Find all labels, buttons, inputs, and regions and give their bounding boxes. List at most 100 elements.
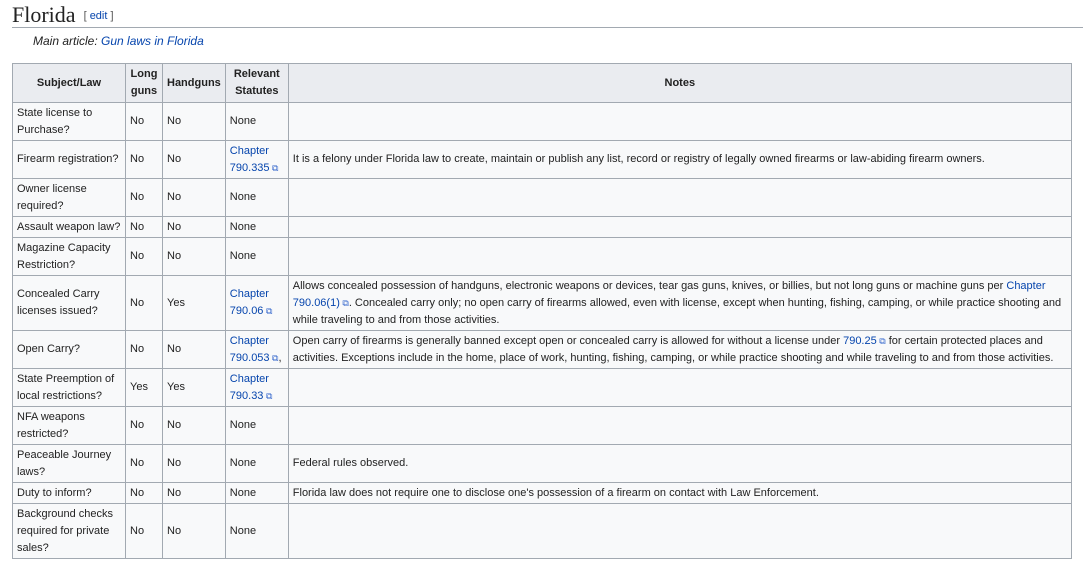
text: None bbox=[229, 419, 257, 431]
statute-link[interactable]: Chapter 790.335 bbox=[230, 145, 270, 174]
statutes-cell: None bbox=[224, 503, 289, 559]
table-row: Background checks required for private s… bbox=[12, 503, 1072, 559]
notes-cell: Florida law does not require one to disc… bbox=[287, 482, 1072, 504]
statute-link[interactable]: Chapter 790.053 bbox=[230, 335, 270, 364]
handguns-cell: No bbox=[162, 237, 226, 276]
external-link-icon: ⧉ bbox=[876, 335, 886, 346]
table-row: NFA weapons restricted? No No None bbox=[12, 406, 1072, 445]
header-handguns: Handguns bbox=[162, 63, 226, 103]
long-guns-cell: No bbox=[125, 406, 163, 445]
notes-cell bbox=[287, 102, 1072, 141]
text: None bbox=[229, 220, 257, 233]
subject-cell: Duty to inform? bbox=[12, 482, 126, 504]
long-guns-cell: No bbox=[125, 482, 163, 504]
text: Federal rules observed. bbox=[292, 457, 409, 469]
text: None bbox=[229, 524, 257, 537]
statute-link[interactable]: 790.25 bbox=[843, 335, 877, 347]
subject-cell: Firearm registration? bbox=[12, 140, 126, 179]
notes-cell bbox=[287, 503, 1072, 559]
header-statutes: Relevant Statutes bbox=[224, 63, 289, 103]
long-guns-cell: No bbox=[125, 140, 163, 179]
table-row: State Preemption of local restrictions? Y… bbox=[12, 368, 1072, 407]
table-row: Magazine Capacity Restriction? No No None bbox=[12, 237, 1072, 276]
statutes-cell: Chapter 790.335 ⧉ bbox=[224, 140, 289, 179]
edit-link[interactable]: edit bbox=[90, 10, 108, 22]
long-guns-cell: No bbox=[125, 444, 163, 483]
edit-bracket: [ bbox=[83, 10, 87, 22]
statutes-cell: None bbox=[224, 444, 289, 483]
long-guns-cell: Yes bbox=[125, 368, 163, 407]
notes-cell: It is a felony under Florida law to crea… bbox=[287, 140, 1072, 179]
notes-cell bbox=[287, 406, 1072, 445]
statutes-cell: None bbox=[224, 102, 289, 141]
hatnote-prefix: Main article: bbox=[33, 34, 102, 48]
statutes-cell: None bbox=[224, 237, 289, 276]
text: Florida law does not require one to disc… bbox=[292, 486, 819, 499]
external-link-icon: ⧉ bbox=[339, 297, 349, 308]
handguns-cell: Yes bbox=[162, 275, 226, 331]
external-link-icon: ⧉ bbox=[263, 306, 273, 316]
header-subject: Subject/Law bbox=[12, 63, 126, 103]
external-link-icon: ⧉ bbox=[263, 390, 273, 401]
subject-cell: Peaceable Journey laws? bbox=[12, 444, 126, 483]
table-row: Owner license required? No No None bbox=[12, 178, 1072, 217]
section-heading: Florida [ edit ] bbox=[12, 2, 1083, 28]
table-row: Concealed Carry licenses issued? No Yes Cha… bbox=[12, 275, 1072, 331]
notes-cell bbox=[287, 178, 1072, 217]
subject-cell: State license to Purchase? bbox=[12, 102, 126, 141]
long-guns-cell: No bbox=[125, 237, 163, 276]
subject-cell: Background checks required for private s… bbox=[12, 503, 126, 559]
subject-cell: Assault weapon law? bbox=[12, 216, 126, 238]
notes-cell bbox=[287, 237, 1072, 276]
statutes-cell: Chapter 790.06 ⧉ bbox=[224, 275, 289, 331]
table-row: Peaceable Journey laws? No No None Federal r… bbox=[12, 444, 1072, 483]
handguns-cell: No bbox=[162, 503, 226, 559]
main-article-link[interactable]: Gun laws in Florida bbox=[101, 34, 204, 48]
external-link-icon: ⧉ bbox=[269, 162, 279, 173]
handguns-cell: No bbox=[162, 102, 226, 141]
long-guns-cell: No bbox=[125, 102, 163, 141]
header-long-guns: Long guns bbox=[125, 63, 163, 103]
hatnote: Main article: Gun laws in Florida bbox=[33, 34, 204, 48]
text: None bbox=[229, 250, 257, 262]
subject-cell: Magazine Capacity Restriction? bbox=[12, 237, 126, 276]
statutes-cell: Chapter 790.053 ⧉, bbox=[224, 330, 289, 369]
handguns-cell: No bbox=[162, 216, 226, 238]
handguns-cell: No bbox=[162, 482, 226, 504]
table-row: Open Carry? No No Chapter 790.053 ⧉, Open ca… bbox=[12, 330, 1072, 369]
subject-cell: NFA weapons restricted? bbox=[12, 406, 126, 445]
statutes-cell: None bbox=[224, 482, 289, 504]
text: None bbox=[229, 457, 257, 469]
long-guns-cell: No bbox=[125, 216, 163, 238]
text: None bbox=[229, 486, 257, 499]
text: None bbox=[229, 191, 257, 203]
long-guns-cell: No bbox=[125, 275, 163, 331]
table-row: Duty to inform? No No None Florida law does … bbox=[12, 482, 1072, 504]
notes-cell bbox=[287, 216, 1072, 238]
subject-cell: Owner license required? bbox=[12, 178, 126, 217]
section-title: Florida bbox=[12, 2, 76, 27]
handguns-cell: No bbox=[162, 444, 226, 483]
table-row: Firearm registration? No No Chapter 790.335… bbox=[12, 140, 1072, 179]
long-guns-cell: No bbox=[125, 330, 163, 369]
header-row: Subject/Law Long guns Handguns Relevant … bbox=[12, 63, 1072, 103]
text: None bbox=[229, 115, 257, 127]
text: It is a felony under Florida law to crea… bbox=[292, 153, 985, 165]
notes-cell bbox=[287, 368, 1072, 407]
text: Open carry of firearms is generally bann… bbox=[292, 334, 844, 347]
statutes-cell: None bbox=[224, 216, 289, 238]
subject-cell: Open Carry? bbox=[12, 330, 126, 369]
handguns-cell: No bbox=[162, 178, 226, 217]
handguns-cell: No bbox=[162, 406, 226, 445]
text: . Concealed carry only; no open carry of… bbox=[292, 296, 1062, 326]
handguns-cell: No bbox=[162, 140, 226, 179]
notes-cell: Federal rules observed. bbox=[287, 444, 1072, 483]
subject-cell: Concealed Carry licenses issued? bbox=[12, 275, 126, 331]
long-guns-cell: No bbox=[125, 503, 163, 559]
long-guns-cell: No bbox=[125, 178, 163, 217]
table-row: Assault weapon law? No No None bbox=[12, 216, 1072, 238]
handguns-cell: Yes bbox=[162, 368, 226, 407]
handguns-cell: No bbox=[162, 330, 226, 369]
gun-laws-table: Subject/Law Long guns Handguns Relevant … bbox=[12, 63, 1072, 559]
header-notes: Notes bbox=[287, 63, 1072, 103]
